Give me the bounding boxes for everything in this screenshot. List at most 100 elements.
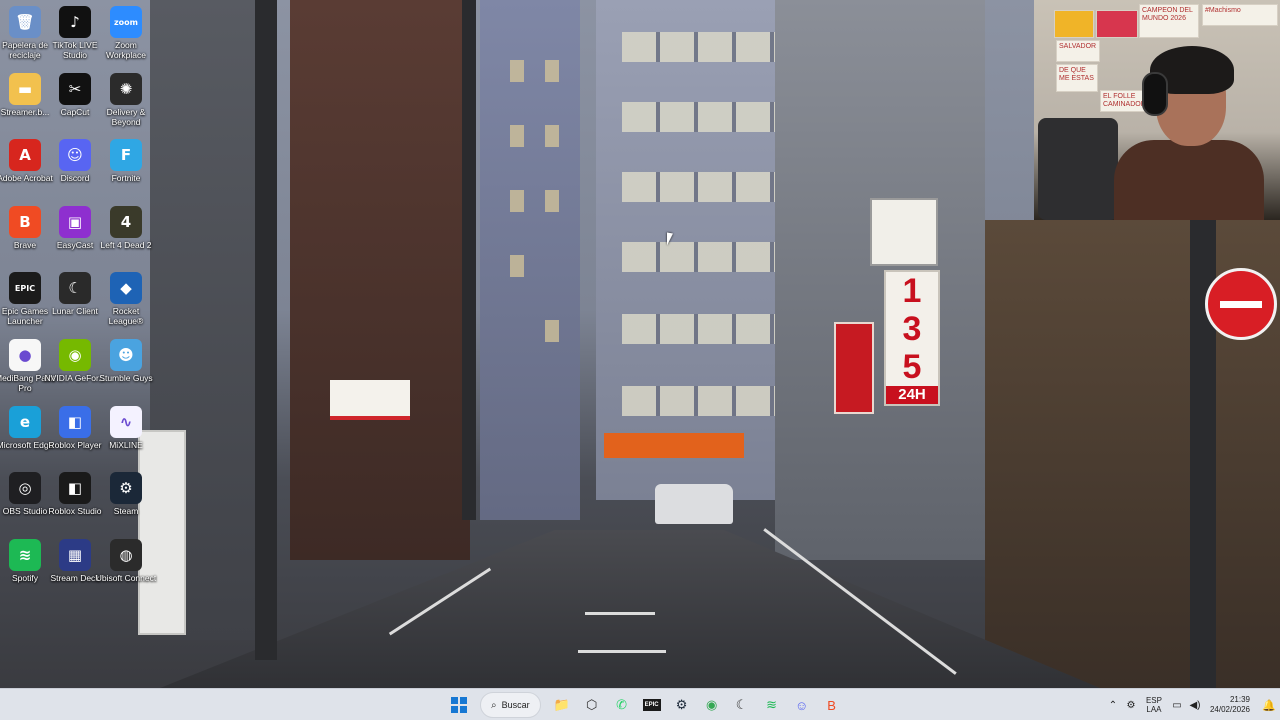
desktop-icon[interactable]: ✺ Delivery & Beyond [95,69,157,133]
wallpaper-building [290,0,470,560]
taskbar-app-button[interactable]: ✆ [609,692,635,718]
taskbar-app-button[interactable]: EPIC [639,692,665,718]
ubisoft-icon: ◍ [110,538,142,571]
desktop-icon[interactable]: ⚙ Steam [95,468,157,532]
tiktok-live-icon: ♪ [59,6,91,38]
windows-logo-icon [451,697,467,713]
wallpaper-window [545,190,559,212]
streamer [1114,46,1264,220]
wall-sticker [1054,10,1094,38]
wall-note: #Machismo [1202,4,1278,26]
wallpaper-window [510,190,524,212]
notification-bell-icon[interactable]: 🔔 [1258,691,1280,719]
delivery-beyond-icon: ✺ [110,72,142,105]
taskbar-app-button[interactable]: 📁 [549,692,575,718]
wall-note: DE QUE ME ESTAS [1056,64,1098,92]
roblox-player-icon: ◧ [59,405,91,438]
taskbar-app-button[interactable]: ☾ [729,692,755,718]
taskbar-pinned-apps: ⌕ Buscar 📁 ⬡ ✆ EPIC ⚙ ◉ ☾ ≋ ☺ B [446,689,845,720]
epic-games-icon: EPIC [642,699,661,711]
clock-time: 21:39 [1229,695,1250,704]
mixline-icon: ∿ [110,405,142,438]
wallpaper-road-marking [578,650,666,653]
desktop-icon-label: Zoom Workplace [106,40,146,60]
language-code: ESP [1145,696,1162,705]
rocket-league-icon: ◆ [110,272,142,305]
webcam-overlay: CAMPEON DEL MUNDO 2026 #Machismo SALVADO… [1034,0,1280,220]
wallpaper-window [545,320,559,342]
lunar-client-icon: ☾ [59,272,91,305]
search-icon: ⌕ [491,699,497,711]
wall-sticker [1096,10,1138,38]
zoom-icon: zoom [110,6,142,38]
sign-digit: 5 [902,348,922,386]
steam-icon: ⚙ [675,697,688,712]
gaming-chair [1038,118,1118,220]
desktop-icon[interactable]: F Fortnite [95,135,157,199]
wallpaper-van [655,484,733,524]
wall-note-text: CAMPEON DEL MUNDO 2026 [1142,7,1193,22]
desktop-icon-label: Delivery & Beyond [106,106,146,127]
wallpaper-number-sign: 1 3 5 24H [884,270,940,406]
desktop-icon[interactable]: ◍ Ubisoft Connect [95,535,157,599]
desktop-icon[interactable]: ☻ Stumble Guys [95,335,157,399]
network-icon[interactable]: ▭ [1168,691,1186,719]
obs-icon: ◎ [9,472,41,505]
epic-games-icon: EPIC [9,272,41,305]
taskbar: ⌕ Buscar 📁 ⬡ ✆ EPIC ⚙ ◉ ☾ ≋ ☺ B ⌃ ⚙ ESP LAA ▭ ◀) … [0,688,1280,720]
taskbar-search[interactable]: ⌕ Buscar [480,692,541,718]
desktop-icon-label: Steam [113,506,139,517]
mouse-cursor-icon [667,232,673,247]
volume-icon[interactable]: ◀) [1186,691,1204,719]
taskbar-app-button[interactable]: ≋ [759,692,785,718]
tray-app-icon[interactable]: ⚙ [1122,691,1140,719]
taskbar-app-button[interactable]: ⚙ [669,692,695,718]
edge-icon: e [9,405,41,438]
capcut-icon: ✂ [59,72,91,105]
wallpaper-window [510,255,524,277]
stumble-guys-icon: ☻ [110,339,142,371]
desktop-icon[interactable]: ∿ MiXLINE [95,402,157,466]
taskbar-app-button[interactable]: ☺ [789,692,815,718]
roblox-studio-icon: ◧ [59,472,91,505]
desktop-icon-grid: 🗑 Papelera de reciclaje ♪ TikTok LIVE Studi… [0,0,160,680]
left4dead2-icon: 4 [110,205,142,238]
taskbar-app-button[interactable]: ◉ [699,692,725,718]
clock[interactable]: 21:39 24/02/2026 [1204,695,1258,715]
discord-icon: ☺ [794,697,809,713]
desktop-icon-label: Ubisoft Connect [95,572,157,583]
sign-sub: 24H [886,386,938,404]
wallpaper-red-sign [834,322,874,414]
wallpaper-window [510,60,524,82]
streamer-body [1114,140,1264,220]
language-indicator[interactable]: ESP LAA [1140,696,1168,714]
start-button[interactable] [446,692,472,718]
wallpaper-shop-sign [870,198,938,266]
chevron-up-icon[interactable]: ⌃ [1104,691,1122,719]
desktop-icon-label: MiXLINE [109,439,143,450]
desktop-icon[interactable]: zoom Zoom Workplace [95,2,157,66]
desktop-icon[interactable]: ◆ Rocket League® [95,268,157,332]
wallpaper-shopfront [604,433,744,458]
easycast-icon: ▣ [59,205,91,238]
search-label: Buscar [501,700,530,710]
wallpaper-building [480,0,580,520]
lunar-client-icon: ☾ [735,697,748,712]
wallpaper-windows [622,172,782,202]
wallpaper-utility-pole [255,0,277,660]
taskbar-app-button[interactable]: B [819,692,845,718]
file-explorer-icon: 📁 [553,697,570,712]
sign-digit: 1 [902,272,922,310]
wall-note-text: DE QUE ME ESTAS [1059,67,1094,82]
taskbar-app-button[interactable]: ⬡ [579,692,605,718]
desktop-icon-label: Rocket League® [108,306,144,327]
spotify-icon: ≋ [766,697,778,712]
brave-icon: B [9,205,41,238]
medibang-icon: ● [9,339,41,371]
steam-icon: ⚙ [110,472,142,505]
wall-note: SALVADOR [1056,40,1100,62]
wall-note-text: #Machismo [1205,7,1241,14]
desktop-icon[interactable]: 4 Left 4 Dead 2 [95,202,157,266]
fortnite-icon: F [110,139,142,172]
spotify-icon: ≋ [9,538,41,571]
